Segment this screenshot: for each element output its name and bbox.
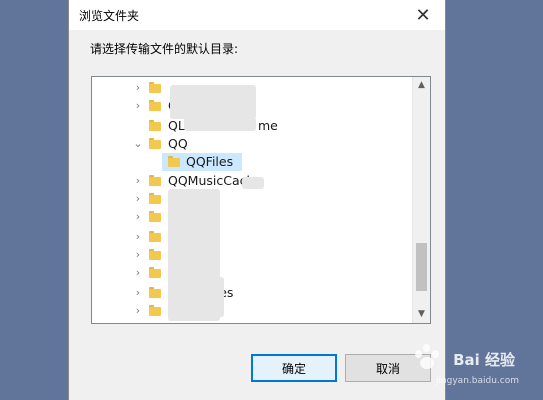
tree-row[interactable]: › Files (92, 284, 414, 302)
folder-icon (149, 211, 161, 223)
folder-icon (149, 193, 161, 205)
close-icon: ✕ (415, 4, 431, 26)
chevron-right-icon[interactable]: › (133, 302, 143, 320)
chevron-right-icon[interactable]: › (133, 228, 143, 246)
folder-icon (168, 156, 180, 168)
folder-icon (149, 175, 161, 187)
scroll-down-icon[interactable]: ▼ (413, 306, 430, 323)
tree-item-label: QQ (168, 136, 188, 151)
tree-item-label: QQFiles (186, 154, 234, 169)
dialog-title: 浏览文件夹 (79, 9, 140, 23)
chevron-down-icon[interactable]: ⌄ (133, 135, 143, 153)
baidu-paw-icon (413, 344, 441, 370)
tree-row-selected[interactable]: QQFiles (92, 153, 414, 171)
scrollbar-thumb[interactable] (416, 243, 427, 291)
tree-row[interactable]: › e (92, 228, 414, 246)
chevron-right-icon[interactable]: › (133, 97, 143, 115)
desktop-background-right (446, 0, 543, 400)
ok-button[interactable]: 确定 (251, 354, 337, 382)
chevron-right-icon[interactable]: › (133, 172, 143, 190)
folder-icon (149, 231, 161, 243)
redacted-region (242, 177, 264, 189)
browse-folder-dialog: 浏览文件夹 ✕ 请选择传输文件的默认目录: › n › QL QLDo me (68, 0, 446, 400)
redacted-region (188, 277, 224, 317)
tree-row[interactable]: › (92, 190, 414, 208)
chevron-right-icon[interactable]: › (133, 79, 143, 97)
tree-row[interactable]: ⌄ QQ (92, 135, 414, 153)
folder-icon (149, 287, 161, 299)
chevron-right-icon[interactable]: › (133, 246, 143, 264)
tree-row[interactable]: › (92, 208, 414, 226)
vertical-scrollbar[interactable]: ▲ ▼ (412, 77, 430, 323)
title-bar: 浏览文件夹 ✕ (69, 0, 445, 30)
folder-tree[interactable]: › n › QL QLDo me ⌄ QQ QQFi (91, 76, 431, 324)
folder-icon (149, 100, 161, 112)
folder-icon (149, 120, 161, 132)
dialog-prompt: 请选择传输文件的默认目录: (90, 42, 239, 56)
chevron-right-icon[interactable]: › (133, 284, 143, 302)
tree-item-label-tail: me (258, 118, 278, 133)
redacted-region (170, 85, 256, 119)
tree-row[interactable]: › V (92, 302, 414, 320)
folder-icon (149, 305, 161, 317)
close-button[interactable]: ✕ (401, 0, 445, 30)
tree-row[interactable]: › (92, 264, 414, 282)
watermark-url: jingyan.baidu.com (435, 376, 519, 386)
watermark-brand: Bai 经验 (453, 351, 515, 369)
chevron-right-icon[interactable]: › (133, 190, 143, 208)
folder-icon (149, 267, 161, 279)
desktop-background-left (0, 0, 68, 400)
chevron-right-icon[interactable]: › (133, 208, 143, 226)
scroll-up-icon[interactable]: ▲ (413, 77, 430, 94)
redacted-region (184, 117, 256, 131)
tree-row[interactable]: › (92, 246, 414, 264)
folder-icon (149, 82, 161, 94)
folder-icon (149, 138, 161, 150)
chevron-right-icon[interactable]: › (133, 264, 143, 282)
folder-icon (149, 249, 161, 261)
